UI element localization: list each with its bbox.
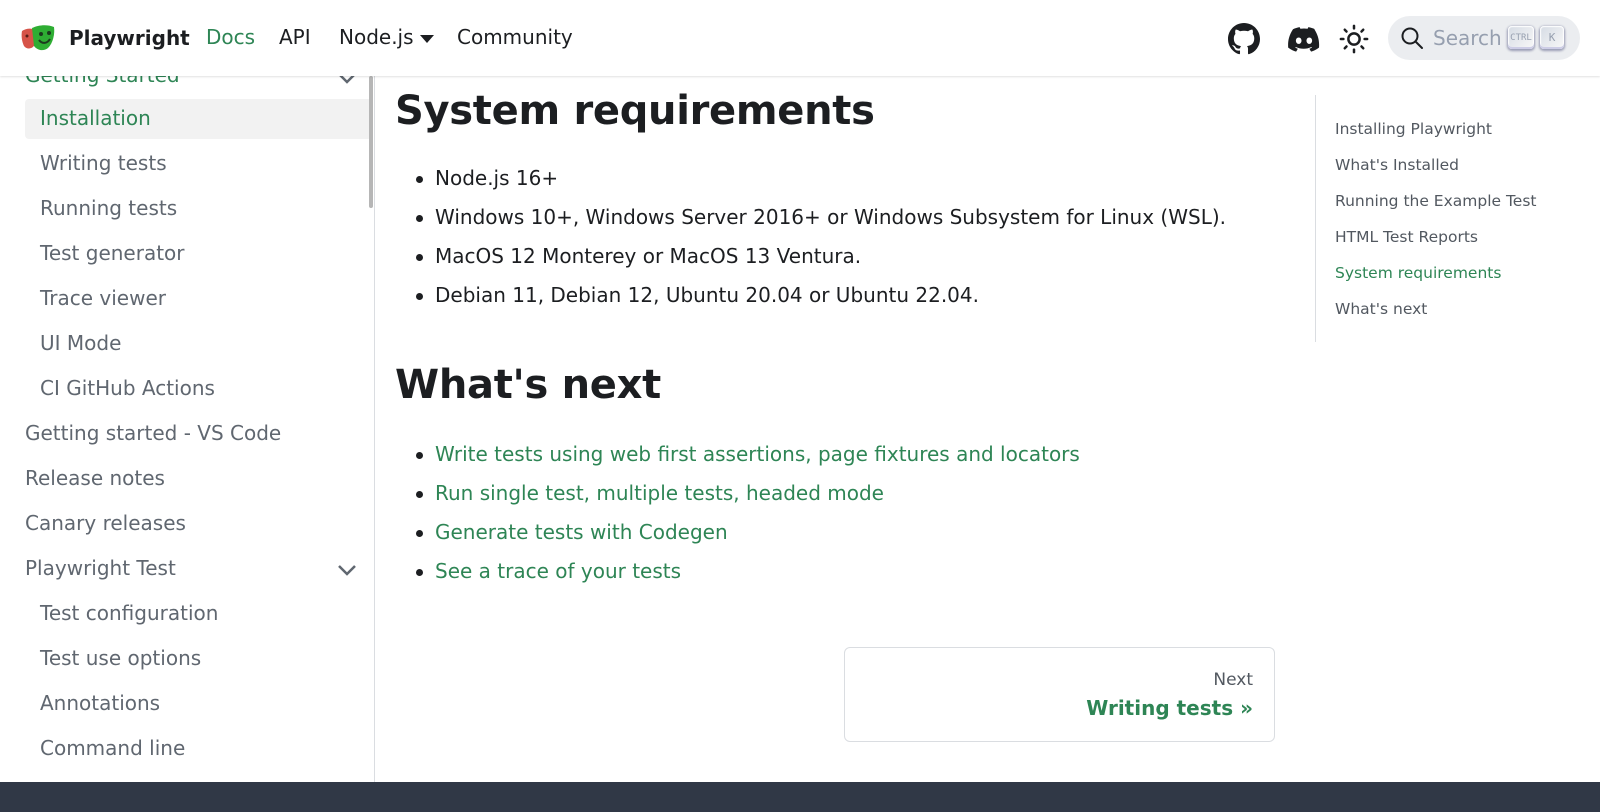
pagination-next-button[interactable]: Next Writing tests »: [844, 647, 1275, 742]
link-trace[interactable]: See a trace of your tests: [435, 559, 681, 583]
sidebar-item-test-use-options[interactable]: Test use options: [40, 646, 201, 670]
system-requirements-list: Node.js 16+ Windows 10+, Windows Server …: [416, 163, 1226, 319]
page-footer: [0, 782, 1600, 812]
pagination-sublabel: Next: [1213, 670, 1253, 690]
docs-sidebar: Getting Started Installation Writing tes…: [0, 76, 375, 782]
table-of-contents: Installing Playwright What's Installed R…: [1315, 95, 1555, 342]
heading-whats-next: What's next: [395, 362, 661, 408]
search-button[interactable]: Search CTRL K: [1388, 16, 1580, 60]
sidebar-item-ci-github-actions[interactable]: CI GitHub Actions: [40, 376, 215, 400]
link-codegen[interactable]: Generate tests with Codegen: [435, 520, 728, 544]
sidebar-scrollbar[interactable]: [369, 76, 373, 208]
list-item: Run single test, multiple tests, headed …: [416, 478, 1080, 517]
list-item: Write tests using web first assertions, …: [416, 439, 1080, 478]
nav-dropdown-label: Node.js: [339, 25, 414, 49]
list-item: MacOS 12 Monterey or MacOS 13 Ventura.: [416, 241, 1226, 280]
sidebar-item-ui-mode[interactable]: UI Mode: [40, 331, 121, 355]
whats-next-list: Write tests using web first assertions, …: [416, 439, 1080, 595]
sidebar-item-running-tests[interactable]: Running tests: [40, 196, 177, 220]
theme-toggle-icon[interactable]: [1337, 22, 1371, 56]
toc-link-installing-playwright[interactable]: Installing Playwright: [1335, 120, 1492, 138]
link-run-tests[interactable]: Run single test, multiple tests, headed …: [435, 481, 884, 505]
shortcut-key-k: K: [1540, 26, 1564, 49]
shortcut-key-ctrl: CTRL: [1508, 26, 1534, 49]
github-icon[interactable]: [1227, 22, 1261, 56]
pagination-label: Writing tests »: [1086, 696, 1253, 720]
sidebar-item-command-line[interactable]: Command line: [40, 736, 185, 760]
search-placeholder: Search: [1433, 26, 1502, 50]
link-write-tests[interactable]: Write tests using web first assertions, …: [435, 442, 1080, 466]
sidebar-item-canary-releases[interactable]: Canary releases: [25, 511, 186, 535]
toc-link-system-requirements[interactable]: System requirements: [1335, 264, 1501, 282]
list-item: Debian 11, Debian 12, Ubuntu 20.04 or Ub…: [416, 280, 1226, 319]
sidebar-item-test-generator[interactable]: Test generator: [40, 241, 185, 265]
nav-link-api[interactable]: API: [279, 25, 311, 49]
toc-link-html-reports[interactable]: HTML Test Reports: [1335, 228, 1478, 246]
top-navbar: Playwright Docs API Node.js Community Se…: [0, 0, 1600, 76]
list-item: Windows 10+, Windows Server 2016+ or Win…: [416, 202, 1226, 241]
sidebar-item-test-configuration[interactable]: Test configuration: [40, 601, 218, 625]
sidebar-item-trace-viewer[interactable]: Trace viewer: [40, 286, 166, 310]
list-item: Node.js 16+: [416, 163, 1226, 202]
sidebar-item-installation[interactable]: Installation: [40, 106, 151, 130]
sidebar-category-playwright-test[interactable]: Playwright Test: [25, 556, 176, 580]
nav-link-community[interactable]: Community: [457, 25, 573, 49]
sidebar-category-getting-started[interactable]: Getting Started: [25, 76, 180, 87]
sidebar-item-annotations[interactable]: Annotations: [40, 691, 160, 715]
chevron-down-icon[interactable]: [337, 76, 357, 85]
chevron-down-icon[interactable]: [337, 563, 357, 577]
brand-link[interactable]: Playwright: [20, 22, 190, 54]
nav-link-docs[interactable]: Docs: [206, 25, 255, 49]
search-icon: [1401, 27, 1423, 49]
toc-link-whats-next[interactable]: What's next: [1335, 300, 1427, 318]
discord-icon[interactable]: [1287, 22, 1321, 56]
caret-down-icon: [419, 34, 434, 43]
sidebar-item-release-notes[interactable]: Release notes: [25, 466, 165, 490]
sidebar-item-writing-tests[interactable]: Writing tests: [40, 151, 167, 175]
nav-dropdown-nodejs[interactable]: Node.js: [339, 25, 434, 49]
playwright-logo-icon: [21, 25, 55, 51]
brand-name: Playwright: [69, 26, 190, 50]
sidebar-item-vscode[interactable]: Getting started - VS Code: [25, 421, 281, 445]
list-item: Generate tests with Codegen: [416, 517, 1080, 556]
toc-link-running-example[interactable]: Running the Example Test: [1335, 192, 1537, 210]
heading-system-requirements: System requirements: [395, 88, 875, 134]
toc-link-whats-installed[interactable]: What's Installed: [1335, 156, 1459, 174]
list-item: See a trace of your tests: [416, 556, 1080, 595]
